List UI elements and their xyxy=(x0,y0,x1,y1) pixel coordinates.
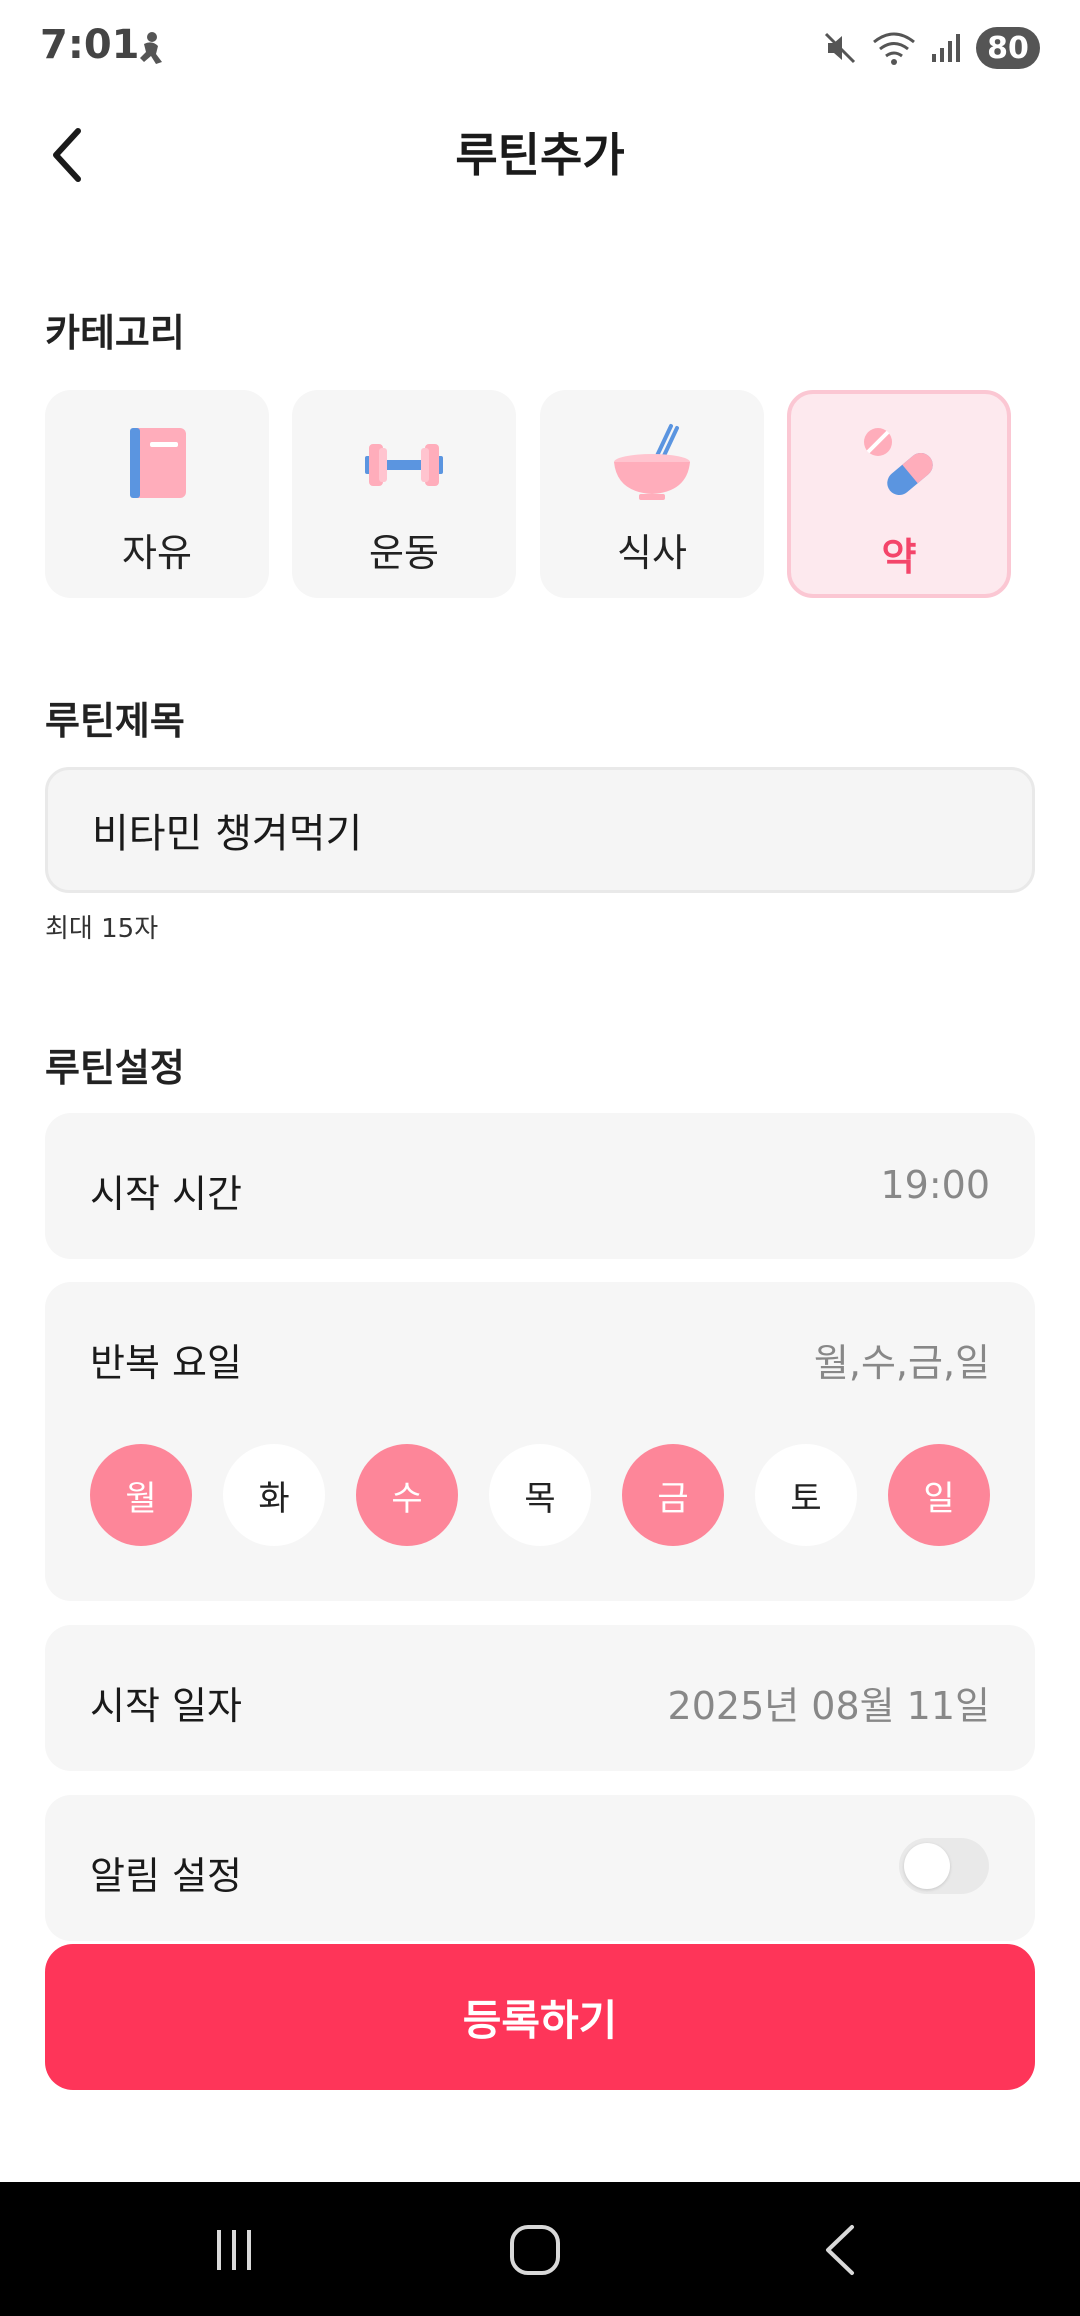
routine-title-input[interactable] xyxy=(45,767,1035,893)
battery-indicator: 80 xyxy=(976,27,1040,69)
notebook-icon xyxy=(130,428,186,498)
category-label: 카테고리 xyxy=(45,311,185,355)
back-button[interactable] xyxy=(36,120,96,190)
status-icons: 80 xyxy=(822,26,1040,70)
category-exercise-label: 운동 xyxy=(369,531,439,575)
back-arrow-icon xyxy=(826,2225,854,2275)
submit-button[interactable]: 등록하기 xyxy=(45,1944,1035,2090)
repeat-days-value: 월,수,금,일 xyxy=(813,1341,990,1385)
start-time-value: 19:00 xyxy=(880,1163,990,1207)
repeat-days-card: 반복 요일 월,수,금,일 xyxy=(45,1282,1035,1601)
category-free[interactable]: 자유 xyxy=(45,390,269,598)
recent-apps-button[interactable] xyxy=(194,2210,274,2290)
start-date-row[interactable]: 시작 일자 2025년 08월 11일 xyxy=(45,1625,1035,1771)
recent-apps-icon xyxy=(217,2230,251,2270)
status-time: 7:01 xyxy=(40,22,140,68)
day-toggle-sun[interactable]: 일 xyxy=(888,1444,990,1546)
system-nav-bar xyxy=(0,2182,1080,2316)
wifi-icon xyxy=(873,32,915,65)
notification-toggle[interactable] xyxy=(899,1838,989,1894)
page-title: 루틴추가 xyxy=(455,128,625,182)
category-meal[interactable]: 식사 xyxy=(540,390,764,598)
notification-row: 알림 설정 xyxy=(45,1795,1035,1941)
start-time-label: 시작 시간 xyxy=(90,1172,242,1216)
bowl-chopsticks-icon xyxy=(614,424,690,500)
repeat-days-label: 반복 요일 xyxy=(90,1341,242,1385)
system-back-button[interactable] xyxy=(800,2210,880,2290)
dumbbell-icon xyxy=(365,444,443,486)
routine-settings-label: 루틴설정 xyxy=(45,1046,185,1090)
day-toggle-tue[interactable]: 화 xyxy=(223,1444,325,1546)
chevron-left-icon xyxy=(53,128,81,182)
toggle-knob xyxy=(904,1843,950,1889)
day-toggle-wed[interactable]: 수 xyxy=(356,1444,458,1546)
home-icon xyxy=(510,2225,560,2275)
start-date-value: 2025년 08월 11일 xyxy=(667,1684,990,1728)
category-free-label: 자유 xyxy=(122,531,192,575)
notification-label: 알림 설정 xyxy=(90,1854,242,1898)
title-max-length-hint: 최대 15자 xyxy=(45,914,159,944)
routine-title-label: 루틴제목 xyxy=(45,699,185,743)
day-toggle-mon[interactable]: 월 xyxy=(90,1444,192,1546)
start-date-label: 시작 일자 xyxy=(90,1684,242,1728)
status-bar: 7:01 80 xyxy=(0,0,1080,96)
pill-icon xyxy=(864,428,933,495)
signal-icon xyxy=(932,34,960,62)
mute-icon xyxy=(824,32,856,64)
day-toggle-sat[interactable]: 토 xyxy=(755,1444,857,1546)
category-exercise[interactable]: 운동 xyxy=(292,390,516,598)
day-toggle-fri[interactable]: 금 xyxy=(622,1444,724,1546)
person-notification-icon xyxy=(140,32,162,64)
category-medicine-label: 약 xyxy=(881,535,917,579)
category-meal-label: 식사 xyxy=(617,531,687,575)
category-medicine[interactable]: 약 xyxy=(787,390,1011,598)
day-toggle-thu[interactable]: 목 xyxy=(489,1444,591,1546)
start-time-row[interactable]: 시작 시간 19:00 xyxy=(45,1113,1035,1259)
home-button[interactable] xyxy=(495,2210,575,2290)
